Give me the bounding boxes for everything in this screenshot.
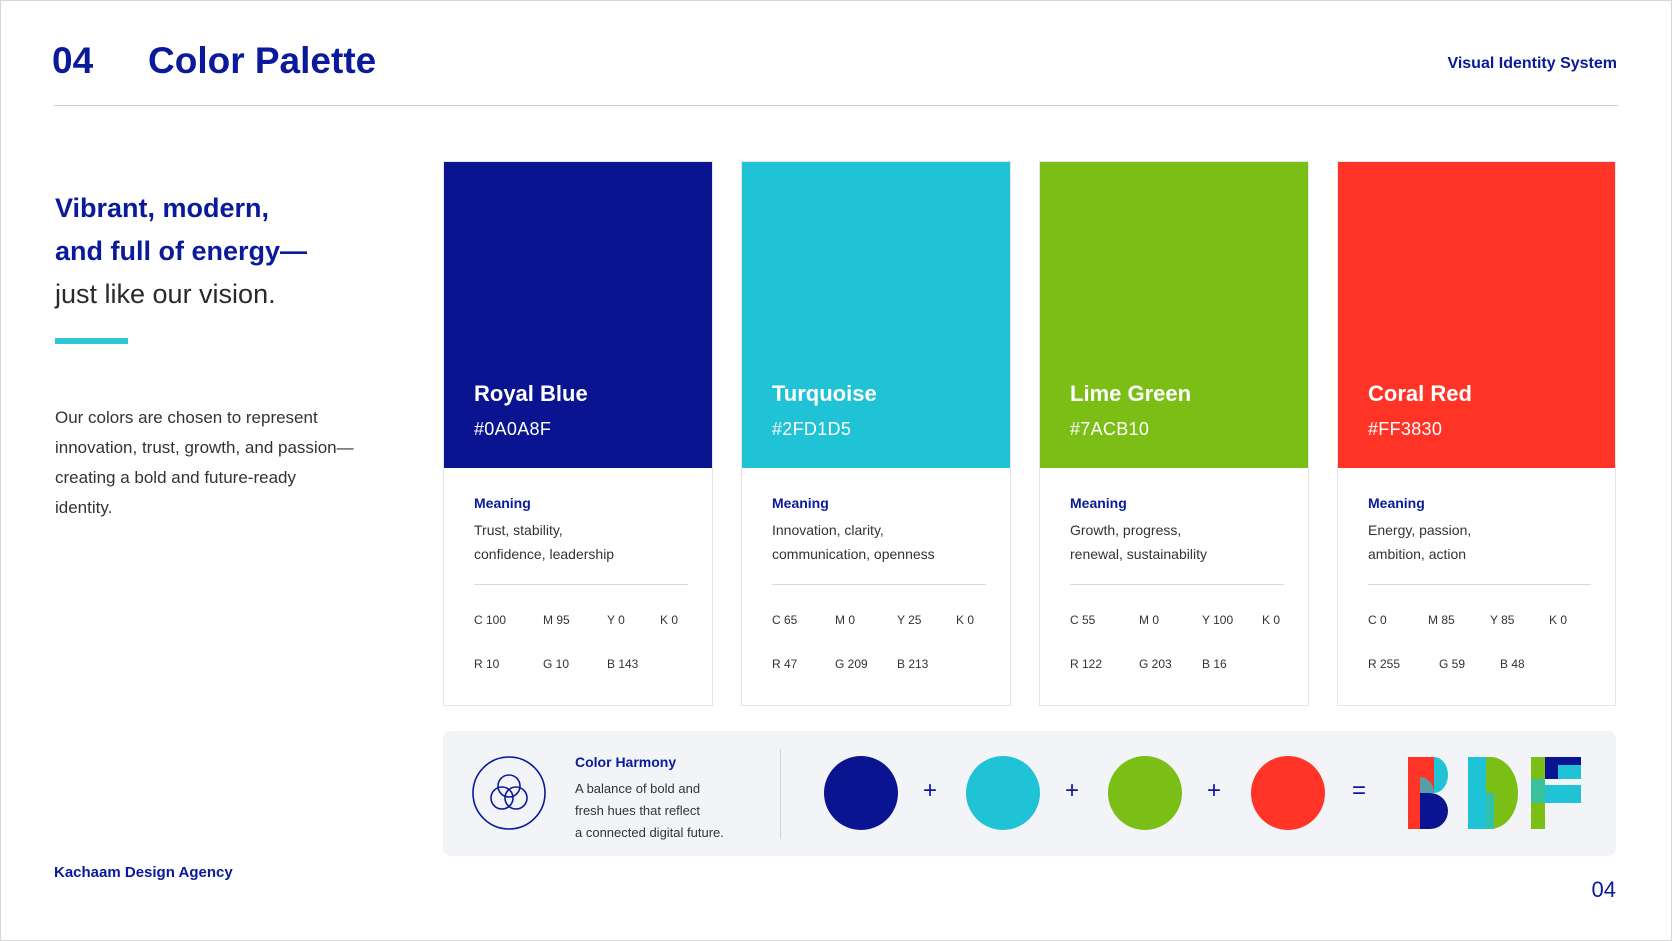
rgb-g: G 59	[1439, 657, 1466, 671]
cmyk-y: Y 25	[897, 613, 922, 627]
cmyk-k: K 0	[956, 613, 975, 627]
rgb-r: R 122	[1070, 657, 1103, 671]
harmony-title: Color Harmony	[575, 754, 677, 770]
intro-paragraph: Our colors are chosen to represent innov…	[55, 408, 354, 517]
color-swatch: Lime Green #7ACB10	[1040, 162, 1308, 468]
rgb-g: G 209	[835, 657, 868, 671]
color-swatch: Royal Blue #0A0A8F	[444, 162, 712, 468]
meaning-line-2: communication, openness	[772, 546, 935, 562]
agency-name: Kachaam Design Agency	[54, 864, 233, 881]
meaning-text: Energy, passion, ambition, action	[1368, 518, 1588, 566]
card-divider	[1070, 584, 1284, 585]
color-hex: #FF3830	[1368, 419, 1443, 439]
tagline: Vibrant, modern, and full of energy— jus…	[55, 187, 307, 316]
harmony-line-3: a connected digital future.	[575, 825, 724, 840]
meaning-label: Meaning	[772, 495, 829, 511]
harmony-description: A balance of bold and fresh hues that re…	[575, 778, 775, 844]
color-hex: #0A0A8F	[474, 419, 552, 439]
color-name: Turquoise	[772, 381, 877, 406]
document-label: Visual Identity System	[1447, 55, 1617, 72]
tagline-line-1: Vibrant, modern,	[55, 193, 270, 223]
color-card-royal-blue: Royal Blue #0A0A8F Meaning Trust, stabil…	[443, 161, 713, 706]
meaning-label: Meaning	[474, 495, 531, 511]
harmony-line-1: A balance of bold and	[575, 781, 701, 796]
dot-royal-blue	[824, 756, 898, 830]
cmyk-k: K 0	[660, 613, 679, 627]
page-title: Color Palette	[148, 40, 377, 81]
rgb-b: B 16	[1202, 657, 1227, 671]
brand-monogram-logo	[1408, 757, 1581, 829]
harmony-divider	[780, 749, 781, 839]
header-divider	[54, 105, 1618, 106]
cmyk-c: C 0	[1368, 613, 1387, 627]
rgb-g: G 203	[1139, 657, 1172, 671]
harmony-line-2: fresh hues that reflect	[575, 803, 701, 818]
rgb-b: B 213	[897, 657, 929, 671]
meaning-text: Trust, stability, confidence, leadership	[474, 518, 694, 566]
meaning-line-1: Growth, progress,	[1070, 522, 1182, 538]
color-swatch: Turquoise #2FD1D5	[742, 162, 1010, 468]
meaning-line-1: Innovation, clarity,	[772, 522, 884, 538]
color-card-turquoise: Turquoise #2FD1D5 Meaning Innovation, cl…	[741, 161, 1011, 706]
plus-sign: +	[923, 777, 938, 804]
color-hex: #7ACB10	[1070, 419, 1150, 439]
color-harmony-panel: Color Harmony A balance of bold and fres…	[443, 731, 1616, 856]
cmyk-c: C 55	[1070, 613, 1096, 627]
accent-bar	[55, 338, 128, 344]
rgb-b: B 143	[607, 657, 639, 671]
meaning-label: Meaning	[1368, 495, 1425, 511]
meaning-text: Growth, progress, renewal, sustainabilit…	[1070, 518, 1290, 566]
card-divider	[772, 584, 986, 585]
card-divider	[474, 584, 688, 585]
section-number: 04	[52, 40, 94, 81]
tagline-line-3: just like our vision.	[55, 279, 276, 309]
meaning-line-2: confidence, leadership	[474, 546, 615, 562]
rgb-b: B 48	[1500, 657, 1525, 671]
meaning-line-1: Energy, passion,	[1368, 522, 1472, 538]
meaning-text: Innovation, clarity, communication, open…	[772, 518, 992, 566]
plus-sign: +	[1207, 777, 1222, 804]
cmyk-y: Y 100	[1202, 613, 1234, 627]
color-name: Coral Red	[1368, 381, 1472, 406]
cmyk-m: M 95	[543, 613, 570, 627]
meaning-line-2: ambition, action	[1368, 546, 1467, 562]
equals-sign: =	[1352, 777, 1367, 804]
cmyk-y: Y 0	[607, 613, 625, 627]
tagline-line-2: and full of energy—	[55, 236, 308, 266]
cmyk-m: M 85	[1428, 613, 1455, 627]
meaning-label: Meaning	[1070, 495, 1127, 511]
dot-coral-red	[1251, 756, 1325, 830]
meaning-line-1: Trust, stability,	[474, 522, 563, 538]
cmyk-k: K 0	[1262, 613, 1281, 627]
color-name: Lime Green	[1070, 381, 1192, 406]
cmyk-c: C 100	[474, 613, 507, 627]
rgb-r: R 10	[474, 657, 500, 671]
plus-sign: +	[1065, 777, 1080, 804]
cmyk-c: C 65	[772, 613, 798, 627]
dot-lime-green	[1108, 756, 1182, 830]
rgb-r: R 255	[1368, 657, 1401, 671]
cmyk-m: M 0	[835, 613, 856, 627]
page-number: 04	[1591, 877, 1616, 902]
harmony-circles-icon	[472, 756, 546, 830]
cmyk-y: Y 85	[1490, 613, 1515, 627]
card-divider	[1368, 584, 1591, 585]
color-card-lime-green: Lime Green #7ACB10 Meaning Growth, progr…	[1039, 161, 1309, 706]
dot-turquoise	[966, 756, 1040, 830]
cmyk-m: M 0	[1139, 613, 1160, 627]
color-swatch: Coral Red #FF3830	[1338, 162, 1615, 468]
rgb-g: G 10	[543, 657, 570, 671]
meaning-line-2: renewal, sustainability	[1070, 546, 1207, 562]
color-hex: #2FD1D5	[772, 419, 852, 439]
rgb-r: R 47	[772, 657, 798, 671]
cmyk-k: K 0	[1549, 613, 1568, 627]
color-name: Royal Blue	[474, 381, 588, 406]
color-card-coral-red: Coral Red #FF3830 Meaning Energy, passio…	[1337, 161, 1616, 706]
